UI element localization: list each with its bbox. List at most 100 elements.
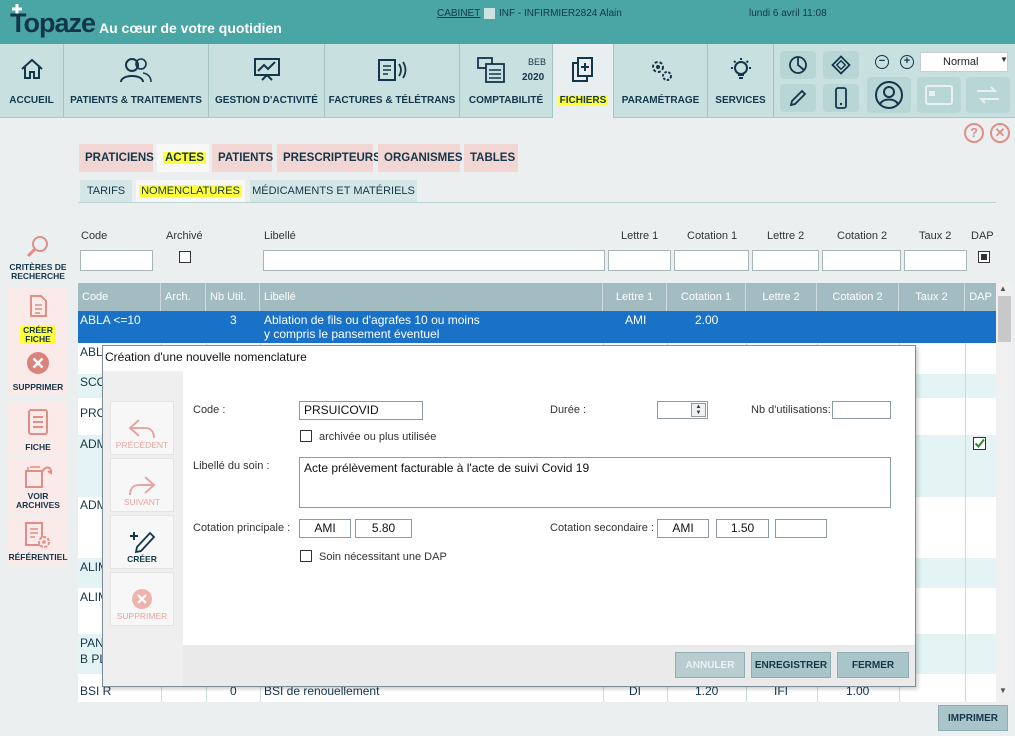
filter-quote1-input[interactable] <box>674 250 749 271</box>
create-button[interactable]: CRÉER <box>110 515 174 569</box>
filter-code-label: Code <box>81 230 108 242</box>
usage-count-input[interactable] <box>832 401 891 419</box>
zoom-select[interactable]: Normal <box>920 52 1008 72</box>
column-header[interactable]: Lettre 2 <box>746 283 817 311</box>
main-value-input[interactable]: 5.80 <box>355 519 412 538</box>
duration-label: Durée : <box>550 404 587 416</box>
care-label-textarea[interactable]: Acte prélèvement facturable à l'acte de … <box>299 457 891 508</box>
save-button[interactable]: ENREGISTRER <box>751 652 831 678</box>
column-header[interactable]: Taux 2 <box>899 283 965 311</box>
dialog-delete-button[interactable]: SUPPRIMER <box>110 572 174 626</box>
current-user: INF - INFIRMIER2824 Alain <box>499 8 622 19</box>
filter-quote2-input[interactable] <box>822 250 901 271</box>
card-scan-button[interactable] <box>823 51 859 79</box>
files-icon <box>572 57 593 82</box>
toolbar-label: ACCUEIL <box>9 95 54 106</box>
column-header[interactable]: Lettre 1 <box>603 283 667 311</box>
previous-button[interactable]: PRÉCÉDENT <box>110 401 174 455</box>
search-icon <box>26 236 48 258</box>
cell-code[interactable]: PAN <box>80 636 104 650</box>
stepper-arrows-icon[interactable]: ▲ ▼ <box>691 403 706 417</box>
filter-rate2-input[interactable] <box>904 250 967 271</box>
column-header[interactable]: Nb Util. <box>206 283 260 311</box>
toolbar-services[interactable]: SERVICES <box>708 44 774 118</box>
column-header[interactable]: DAP <box>965 283 996 311</box>
cancel-button[interactable]: ANNULER <box>675 652 745 678</box>
cabinet-link[interactable]: CABINET <box>437 8 480 19</box>
subtab-label: MÉDICAMENTS ET MATÉRIELS <box>252 185 415 197</box>
usage-count-label: Nb d'utilisations: <box>751 404 831 416</box>
vitale-card-button[interactable] <box>917 77 961 113</box>
column-header[interactable]: Cotation 1 <box>667 283 746 311</box>
filter-code-input[interactable] <box>80 250 153 271</box>
close-dialog-button[interactable]: FERMER <box>837 652 909 678</box>
tab-actes[interactable]: ACTES <box>157 144 209 172</box>
toolbar-label: FICHIERS <box>557 95 609 106</box>
dap-checkbox[interactable] <box>300 550 312 562</box>
close-window-button[interactable]: ✕ <box>990 123 1010 143</box>
main-letter-input[interactable]: AMI <box>299 519 351 538</box>
toolbar-parametrage[interactable]: PARAMÉTRAGE <box>614 44 708 118</box>
table-row[interactable]: ABLA <=10 3 Ablation de fils ou d'agrafe… <box>78 311 996 343</box>
subtab-nomenclatures[interactable]: NOMENCLATURES <box>136 180 245 202</box>
toolbar-accueil[interactable]: ACCUEIL <box>0 44 64 118</box>
dialog-delete-label: SUPPRIMER <box>116 611 168 621</box>
print-button[interactable]: IMPRIMER <box>938 705 1008 731</box>
file-button[interactable]: FICHE <box>8 402 68 456</box>
app-logo: Topaze <box>10 8 96 38</box>
zoom-in-button[interactable]: + <box>900 55 914 69</box>
zoom-out-button[interactable]: − <box>875 55 889 69</box>
filter-quote1-label: Cotation 1 <box>687 230 738 242</box>
scroll-down-icon[interactable]: ▼ <box>999 686 1007 695</box>
second-value-input[interactable]: 1.50 <box>716 519 769 538</box>
edit-button[interactable] <box>780 84 816 112</box>
tab-praticiens[interactable]: PRATICIENS <box>79 144 154 172</box>
filter-label-input[interactable] <box>263 250 605 271</box>
filter-letter1-input[interactable] <box>608 250 671 271</box>
filter-rate2-label: Taux 2 <box>919 230 952 242</box>
tab-organismes[interactable]: ORGANISMES <box>378 144 463 172</box>
column-header[interactable]: Arch. <box>161 283 206 311</box>
cell-label-line2: y compris le pansement éventuel <box>264 327 440 341</box>
users-icon <box>120 58 152 83</box>
subtab-medicaments[interactable]: MÉDICAMENTS ET MATÉRIELS <box>250 180 417 202</box>
scroll-up-icon[interactable]: ▲ <box>999 284 1007 293</box>
create-file-button[interactable]: CRÉER FICHE <box>8 288 68 348</box>
code-input[interactable]: PRSUICOVID <box>299 401 423 420</box>
cell-code[interactable]: ABL <box>80 345 103 359</box>
archived-checkbox[interactable] <box>300 430 312 442</box>
table-scrollbar[interactable] <box>996 283 1013 702</box>
pie-chart-button[interactable] <box>780 51 816 79</box>
toolbar-comptabilite[interactable]: BEB 2020 COMPTABILITÉ <box>460 44 553 118</box>
scrollbar-thumb[interactable] <box>998 296 1011 342</box>
help-button[interactable]: ? <box>964 123 984 143</box>
second-letter-input[interactable]: AMI <box>657 519 709 538</box>
toolbar-factures[interactable]: FACTURES & TÉLÉTRANS <box>325 44 460 118</box>
next-button[interactable]: SUIVANT <box>110 458 174 512</box>
toolbar-gestion[interactable]: GESTION D'ACTIVITÉ <box>209 44 325 118</box>
subtab-tarifs[interactable]: TARIFS <box>80 180 132 202</box>
tab-patients[interactable]: PATIENTS <box>212 144 273 172</box>
column-header[interactable]: Cotation 2 <box>817 283 899 311</box>
chart-icon <box>253 58 280 81</box>
filter-archived-checkbox[interactable] <box>179 251 191 263</box>
main-quote-label: Cotation principale : <box>193 522 291 534</box>
search-criteria-button[interactable]: CRITÈRES DE RECHERCHE <box>8 234 68 281</box>
rate-input[interactable] <box>775 519 827 538</box>
referential-button[interactable]: RÉFÉRENTIEL <box>8 515 68 566</box>
mobile-button[interactable] <box>823 84 859 112</box>
column-header[interactable]: Code <box>78 283 161 311</box>
toolbar-patients[interactable]: PATIENTS & TRAITEMENTS <box>64 44 209 118</box>
subtab-label: TARIFS <box>86 185 126 197</box>
view-archives-button[interactable]: VOIR ARCHIVES <box>8 457 68 514</box>
column-header[interactable]: Libellé <box>260 283 603 311</box>
tab-tables[interactable]: TABLES <box>464 144 518 172</box>
filter-letter2-input[interactable] <box>752 250 819 271</box>
tab-prescripteurs[interactable]: PRESCRIPTEURS <box>277 144 381 172</box>
transfer-button[interactable] <box>966 77 1010 113</box>
filter-dap-checkbox[interactable] <box>978 251 990 263</box>
toolbar-fichiers[interactable]: FICHIERS <box>553 44 614 118</box>
delete-button[interactable]: SUPPRIMER <box>8 345 68 396</box>
user-account-button[interactable] <box>867 77 911 113</box>
filter-quote2-label: Cotation 2 <box>837 230 888 242</box>
